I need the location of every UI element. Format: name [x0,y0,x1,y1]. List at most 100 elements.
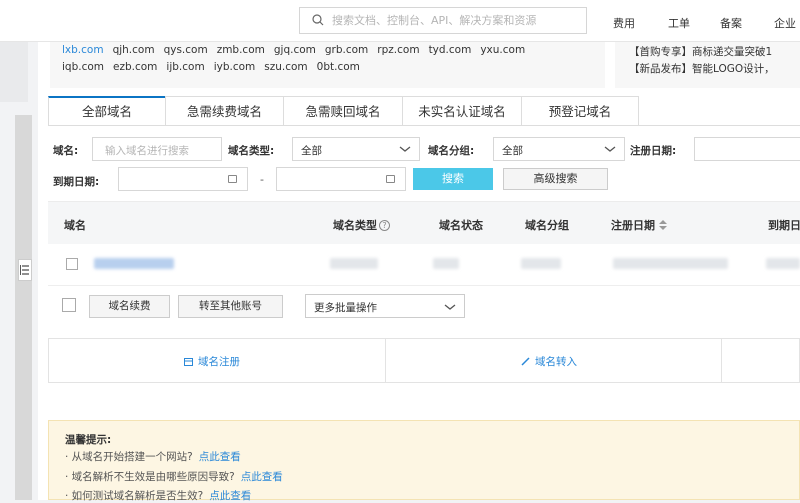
transfer-in-link[interactable]: 域名转入 [521,354,577,369]
calendar-icon[interactable] [228,175,237,183]
sort-icon[interactable] [659,220,667,230]
column-register-date-label: 注册日期 [611,219,655,232]
suffix-link[interactable]: iqb.com [62,61,104,73]
global-search[interactable] [299,7,587,34]
tips-title: 温馨提示: [65,434,112,446]
suffix-row-2: iqb.com ezb.com ijb.com iyb.com szu.com 0bt.c… [62,61,369,73]
quick-divider [385,339,386,382]
help-icon[interactable]: ? [379,220,390,231]
chevron-down-icon [399,146,411,152]
quick-actions: 域名注册 域名转入 [48,338,800,383]
tab-all-domains[interactable]: 全部域名 [48,96,166,126]
tip-link[interactable]: 点此查看 [209,490,251,502]
expire-date-redacted [766,258,800,269]
renew-button[interactable]: 域名续费 [89,295,170,318]
nav-ticket[interactable]: 工单 [668,15,690,31]
search-button[interactable]: 搜索 [413,168,493,190]
tab-unverified[interactable]: 未实名认证域名 [402,96,522,126]
left-rail-scroll[interactable] [15,115,32,500]
tip-item: · 如何测试域名解析是否生效? 点此查看 [65,488,251,503]
suffix-link[interactable]: qys.com [164,44,208,56]
date-range-separator: - [260,173,264,186]
select-all-checkbox[interactable] [62,298,76,312]
transfer-account-button[interactable]: 转至其他账号 [178,295,283,318]
announcement-item[interactable]: 【首购专享】商标递交量突破1 [629,44,772,59]
column-register-date[interactable]: 注册日期 [611,217,667,233]
sidebar-toggle-button[interactable] [18,259,32,281]
suffix-link[interactable]: tyd.com [429,44,472,56]
advanced-search-button[interactable]: 高级搜索 [503,168,608,190]
domain-group-label: 域名分组: [428,145,475,157]
tip-link[interactable]: 点此查看 [241,471,283,483]
search-icon [312,14,324,26]
tab-preregistered[interactable]: 预登记域名 [521,96,639,126]
suffix-link[interactable]: zmb.com [217,44,265,56]
column-domain-type-label: 域名类型 [333,219,377,232]
transfer-in-label: 域名转入 [535,356,577,368]
tip-text: · 从域名开始搭建一个网站? [65,451,193,463]
domain-type-label: 域名类型: [228,145,275,157]
row-checkbox[interactable] [66,258,78,270]
suffix-link[interactable]: iyb.com [214,61,256,73]
search-input[interactable] [332,12,582,29]
nav-enterprise[interactable]: 企业 [774,15,796,31]
suffix-link[interactable]: grb.com [325,44,368,56]
domain-status-redacted [433,258,459,269]
suffix-link[interactable]: yxu.com [480,44,525,56]
register-date-label: 注册日期: [630,145,677,157]
tip-item: · 从域名开始搭建一个网站? 点此查看 [65,449,241,464]
domain-suffix-recommendations: lxb.com qjh.com qys.com zmb.com gjq.com grb.c… [50,42,605,88]
tip-text: · 域名解析不生效是由哪些原因导致? [65,471,235,483]
register-date-input[interactable] [694,137,800,161]
suffix-link[interactable]: gjq.com [274,44,316,56]
column-domain-type: 域名类型? [333,217,390,233]
suffix-link[interactable]: szu.com [264,61,307,73]
suffix-link[interactable]: rpz.com [377,44,419,56]
suffix-link[interactable]: qjh.com [113,44,155,56]
expire-date-end-input[interactable] [276,167,406,191]
tab-renew-urgent[interactable]: 急需续费域名 [165,96,284,126]
quick-divider [721,339,722,382]
announcement-panel: 【首购专享】商标递交量突破1 【新品发布】智能LOGO设计， [615,42,800,88]
nav-billing[interactable]: 费用 [613,15,635,31]
register-domain-label: 域名注册 [198,356,240,368]
menu-icon [20,265,29,275]
chevron-down-icon [444,304,456,310]
register-icon [184,358,193,366]
batch-operations-value: 更多批量操作 [314,302,377,314]
suffix-link[interactable]: lxb.com [62,44,104,56]
domain-type-value: 全部 [301,145,322,157]
domain-group-redacted [521,258,561,269]
tip-item: · 域名解析不生效是由哪些原因导致? 点此查看 [65,469,283,484]
batch-operations-select[interactable]: 更多批量操作 [305,294,465,318]
register-domain-link[interactable]: 域名注册 [184,354,240,369]
table-row[interactable] [48,244,800,286]
nav-filing[interactable]: 备案 [720,15,742,31]
calendar-icon[interactable] [386,175,395,183]
announcement-item[interactable]: 【新品发布】智能LOGO设计， [629,61,775,76]
domain-search-placeholder: 输入域名进行搜索 [105,145,189,157]
domain-name-redacted[interactable] [94,258,174,269]
suffix-link[interactable]: ijb.com [166,61,204,73]
suffix-link[interactable]: 0bt.com [317,61,360,73]
column-domain: 域名 [64,219,86,232]
suffix-link[interactable]: ezb.com [113,61,157,73]
chevron-down-icon [604,146,616,152]
table-header: 域名 域名类型? 域名状态 域名分组 注册日期 到期日 [48,201,800,244]
tip-text: · 如何测试域名解析是否生效? [65,490,204,502]
column-domain-status: 域名状态 [439,219,483,232]
expire-date-start-input[interactable] [118,167,248,191]
domain-tabs: 全部域名 急需续费域名 急需赎回域名 未实名认证域名 预登记域名 [48,96,639,126]
tip-link[interactable]: 点此查看 [199,451,241,463]
domain-group-select[interactable]: 全部 [493,137,625,161]
register-date-redacted [613,258,728,269]
suffix-row-1: lxb.com qjh.com qys.com zmb.com gjq.com grb.c… [62,44,534,56]
column-domain-group: 域名分组 [525,219,569,232]
domain-type-select[interactable]: 全部 [292,137,420,161]
domain-filter-label: 域名: [53,145,79,157]
domain-search-input[interactable]: 输入域名进行搜索 [92,137,222,161]
tab-redeem-urgent[interactable]: 急需赎回域名 [283,96,403,126]
tips-panel: 温馨提示: · 从域名开始搭建一个网站? 点此查看 · 域名解析不生效是由哪些原因… [48,420,800,503]
batch-action-bar: 域名续费 转至其他账号 更多批量操作 [48,287,800,325]
column-expire-date: 到期日 [768,219,800,232]
